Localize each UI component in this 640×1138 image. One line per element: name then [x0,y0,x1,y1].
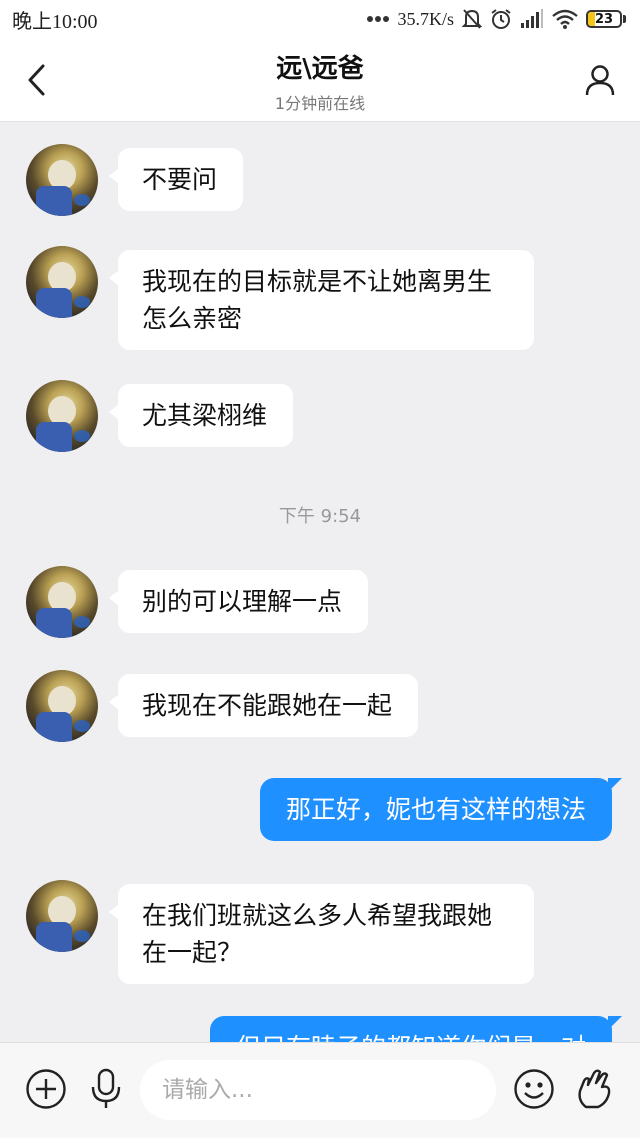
avatar[interactable] [26,880,98,952]
add-button[interactable] [24,1067,68,1111]
profile-button[interactable] [580,60,620,100]
status-bar: 晚上10:00 35.7K/s 23 [0,0,640,38]
message-bubble[interactable]: 不要问 [108,148,244,211]
timestamp: 下午 9:54 [278,506,362,527]
message-bubble-self[interactable]: 那正好，妮也有这样的想法 [259,778,623,841]
microphone-icon [91,1068,121,1108]
message-bubble[interactable]: 尤其梁栩维 [108,384,294,447]
network-speed: 35.7K/s [397,8,454,29]
avatar[interactable] [26,144,98,216]
plus-circle-icon [26,1069,66,1109]
avatar[interactable] [26,566,98,638]
chat-header: 远\远爸 1分钟前在线 [0,38,640,122]
avatar[interactable] [26,380,98,452]
input-bar [0,1042,640,1138]
mute-bell-icon [462,8,482,30]
contact-name: 远\远爸 [276,54,364,84]
chat-messages[interactable]: 不要问 我现在的目标就是不让她离男生怎么亲密 尤其梁栩维 下午 9:54 别的可… [0,122,640,1042]
avatar[interactable] [26,670,98,742]
message-bubble-self[interactable]: 但只有睦子的都知道你们是一对 [209,1016,623,1042]
dots-icon [367,15,390,23]
hand-gesture-icon [578,1069,611,1109]
wifi-icon [552,9,578,29]
emoji-icon [514,1069,554,1109]
message-bubble[interactable]: 我现在不能跟她在一起 [108,674,419,737]
gesture-button[interactable] [572,1067,616,1111]
status-icons: 35.7K/s 23 [367,8,626,30]
online-status: 1分钟前在线 [274,94,366,113]
voice-button[interactable] [84,1067,128,1111]
message-input[interactable] [140,1060,496,1120]
battery-level: 23 [594,11,614,27]
alarm-icon [490,8,512,30]
message-bubble[interactable]: 别的可以理解一点 [108,570,369,633]
person-icon [585,65,615,96]
signal-icon [520,9,544,29]
status-time: 晚上10:00 [12,10,98,33]
battery-icon: 23 [586,10,626,28]
message-bubble[interactable]: 在我们班就这么多人希望我跟她在一起？ [109,884,534,984]
emoji-button[interactable] [512,1067,556,1111]
avatar[interactable] [26,246,98,318]
message-bubble[interactable]: 我现在的目标就是不让她离男生怎么亲密 [109,250,534,350]
